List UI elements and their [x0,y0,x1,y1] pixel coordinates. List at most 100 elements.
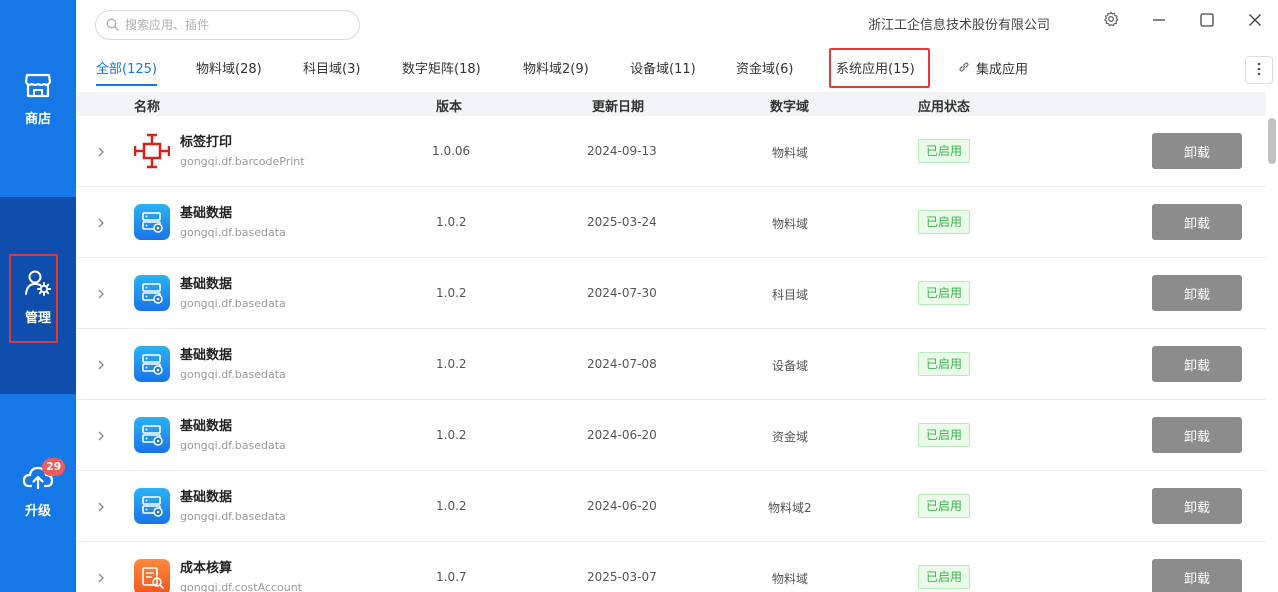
table-header: 名称 版本 更新日期 数字域 应用状态 [76,92,1266,116]
gear-icon [1103,11,1119,31]
chevron-right-icon[interactable] [94,428,108,442]
search-input[interactable] [125,18,345,32]
tab-label: 集成应用 [976,62,1029,78]
app-domain: 资金域 [772,430,809,444]
basedata-icon [134,275,170,311]
status-badge: 已启用 [918,352,971,376]
sidebar-item-store[interactable]: 商店 [0,72,76,127]
table-row[interactable]: 标签打印 gongqi.df.barcodePrint 1.0.06 2024-… [76,116,1266,187]
app-update-date: 2025-03-07 [587,570,657,584]
app-id: gongqi.df.basedata [180,226,286,239]
table-row[interactable]: 基础数据 gongqi.df.basedata 1.0.2 2024-07-08… [76,329,1266,400]
app-name: 基础数据 [180,277,233,292]
tab-material-2[interactable]: 物料域2(9) [523,56,589,84]
table-row[interactable]: 基础数据 gongqi.df.basedata 1.0.2 2024-06-20… [76,400,1266,471]
status-badge: 已启用 [918,139,971,163]
app-update-date: 2025-03-24 [587,215,657,229]
app-version: 1.0.2 [436,499,467,513]
sidebar-item-label: 商店 [24,112,51,127]
app-domain: 科目域 [772,288,809,302]
app-id: gongqi.df.basedata [180,439,286,452]
app-window: 商店 管理 升级 29 搜索应用、插件 浙江工企信息技术股份有限公司 全部(12… [0,0,1278,592]
tab-material[interactable]: 物料域(28) [196,56,262,84]
app-id: gongqi.df.basedata [180,368,286,381]
more-vertical-icon [1257,61,1261,80]
minimize-icon [1152,12,1166,31]
minimize-button[interactable] [1149,11,1169,31]
column-header-domain: 数字域 [770,100,810,115]
link-icon [958,56,970,84]
tab-equipment[interactable]: 设备域(11) [630,56,696,84]
tab-funds[interactable]: 资金域(6) [736,56,793,84]
app-name: 基础数据 [180,348,233,363]
close-icon [1248,12,1262,31]
sidebar-item-label: 升级 [24,504,51,519]
app-name: 基础数据 [180,490,233,505]
app-id: gongqi.df.barcodePrint [180,155,305,168]
tab-integration-apps[interactable]: 集成应用 [958,56,1028,85]
search-box[interactable] [95,10,360,40]
app-update-date: 2024-07-30 [587,286,657,300]
vertical-scrollbar[interactable] [1268,116,1278,592]
basedata-icon [134,204,170,240]
uninstall-button[interactable]: 卸载 [1152,417,1242,453]
app-domain: 物料域 [772,146,809,160]
column-header-version: 版本 [436,100,463,115]
tab-subject[interactable]: 科目域(3) [303,56,360,84]
uninstall-button[interactable]: 卸载 [1152,346,1242,382]
app-update-date: 2024-06-20 [587,499,657,513]
maximize-icon [1200,12,1214,31]
status-badge: 已启用 [918,565,971,589]
column-header-updated: 更新日期 [592,100,645,115]
status-badge: 已启用 [918,423,971,447]
barcode-print-icon [133,133,171,169]
tab-digital-matrix[interactable]: 数字矩阵(18) [402,56,481,84]
sidebar-item-upgrade[interactable]: 升级 [0,464,76,519]
chevron-right-icon[interactable] [94,499,108,513]
app-domain: 物料域 [772,217,809,231]
basedata-icon [134,488,170,524]
close-button[interactable] [1245,11,1265,31]
chevron-right-icon[interactable] [94,286,108,300]
table-row[interactable]: 基础数据 gongqi.df.basedata 1.0.2 2024-06-20… [76,471,1266,542]
more-options-button[interactable] [1245,56,1273,84]
table-row[interactable]: 基础数据 gongqi.df.basedata 1.0.2 2025-03-24… [76,187,1266,258]
chevron-right-icon[interactable] [94,215,108,229]
status-badge: 已启用 [918,210,971,234]
app-name: 成本核算 [180,561,233,576]
maximize-button[interactable] [1197,11,1217,31]
basedata-icon [134,346,170,382]
tab-all[interactable]: 全部(125) [96,56,157,86]
uninstall-button[interactable]: 卸载 [1152,488,1242,524]
app-version: 1.0.7 [436,570,467,584]
manage-highlight-box [9,254,58,343]
uninstall-button[interactable]: 卸载 [1152,133,1242,169]
scrollbar-thumb[interactable] [1268,118,1276,164]
app-name: 标签打印 [180,135,233,150]
app-update-date: 2024-06-20 [587,428,657,442]
app-version: 1.0.06 [432,144,471,158]
app-version: 1.0.2 [436,428,467,442]
app-name: 基础数据 [180,206,233,221]
uninstall-button[interactable]: 卸载 [1152,204,1242,240]
table-row[interactable]: 成本核算 gongqi.df.costAccount 1.0.7 2025-03… [76,542,1266,592]
app-version: 1.0.2 [436,286,467,300]
chevron-right-icon[interactable] [94,144,108,158]
app-domain: 物料域 [772,572,809,586]
uninstall-button[interactable]: 卸载 [1152,275,1242,311]
store-icon [24,72,52,102]
app-update-date: 2024-09-13 [587,144,657,158]
column-header-name: 名称 [134,100,161,115]
column-header-status: 应用状态 [918,100,971,115]
chevron-right-icon[interactable] [94,570,108,584]
app-update-date: 2024-07-08 [587,357,657,371]
table-row[interactable]: 基础数据 gongqi.df.basedata 1.0.2 2024-07-30… [76,258,1266,329]
status-badge: 已启用 [918,281,971,305]
uninstall-button[interactable]: 卸载 [1152,559,1242,592]
app-domain: 物料域2 [768,501,812,515]
system-apps-highlight-box [829,48,930,88]
company-name: 浙江工企信息技术股份有限公司 [868,18,1051,33]
settings-button[interactable] [1101,11,1121,31]
chevron-right-icon[interactable] [94,357,108,371]
app-version: 1.0.2 [436,215,467,229]
